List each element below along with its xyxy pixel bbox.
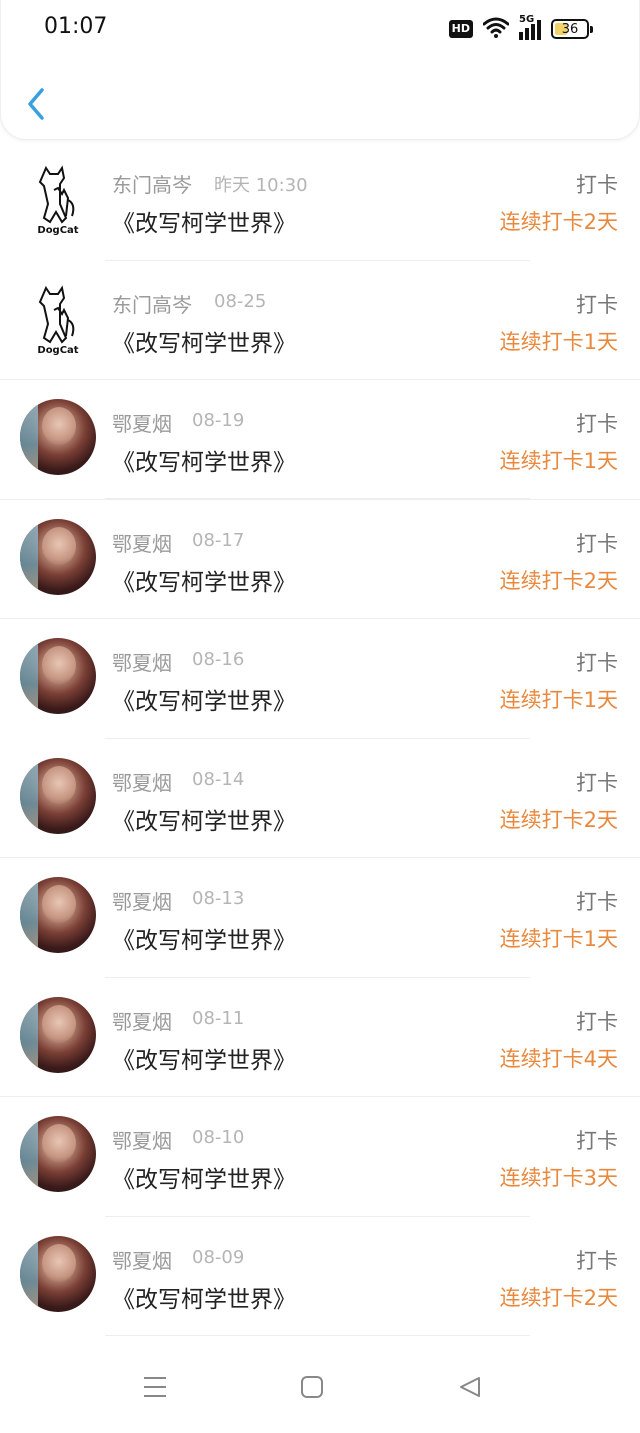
avatar[interactable]: [20, 1116, 96, 1192]
user-name[interactable]: 鄂夏烟: [112, 767, 172, 796]
avatar[interactable]: [20, 518, 96, 595]
user-name[interactable]: 鄂夏烟: [112, 1006, 172, 1035]
list-item[interactable]: 鄂夏烟 08-19 《改写柯学世界》 打卡 连续打卡1天: [0, 380, 640, 500]
checkin-label: 打卡: [576, 173, 618, 197]
book-title[interactable]: 《改写柯学世界》: [112, 204, 296, 238]
home-icon: [301, 1376, 323, 1398]
streak-label: 连续打卡2天: [499, 807, 618, 832]
system-nav-bar: [0, 1343, 640, 1433]
book-title[interactable]: 《改写柯学世界》: [112, 1280, 296, 1314]
menu-button[interactable]: [135, 1367, 175, 1407]
list-item[interactable]: 鄂夏烟 08-11 《改写柯学世界》 打卡 连续打卡4天: [0, 978, 640, 1097]
dogcat-logo-icon: DogCat: [37, 284, 79, 356]
list-item[interactable]: 鄂夏烟 08-16 《改写柯学世界》 打卡 连续打卡1天: [0, 619, 640, 739]
checkin-label: 打卡: [576, 292, 618, 317]
battery-level: 36: [561, 21, 579, 37]
home-button[interactable]: [292, 1367, 332, 1407]
user-name[interactable]: 鄂夏烟: [112, 886, 172, 915]
post-date: 昨天 10:30: [214, 175, 308, 196]
dogcat-logo-text: DogCat: [37, 345, 78, 356]
avatar[interactable]: [20, 757, 96, 834]
network-label: 5G: [519, 14, 535, 25]
checkin-label: 打卡: [576, 890, 618, 914]
streak-label: 连续打卡2天: [499, 1285, 618, 1310]
streak-label: 连续打卡1天: [499, 927, 618, 951]
post-date: 08-14: [192, 768, 245, 790]
avatar[interactable]: DogCat: [20, 279, 96, 356]
user-name[interactable]: 东门高岑: [112, 169, 192, 198]
top-app-bar: 01:07 HD 5G 36: [0, 0, 640, 140]
streak-label: 连续打卡2天: [499, 210, 618, 234]
post-date: 08-19: [192, 410, 245, 431]
post-date: 08-10: [192, 1127, 245, 1148]
post-date: 08-09: [192, 1246, 245, 1268]
hd-icon: HD: [448, 20, 473, 38]
book-title[interactable]: 《改写柯学世界》: [112, 1160, 296, 1194]
post-date: 08-13: [192, 888, 245, 909]
avatar[interactable]: [20, 399, 96, 475]
book-title[interactable]: 《改写柯学世界》: [112, 443, 296, 477]
avatar[interactable]: [20, 1235, 96, 1312]
avatar[interactable]: [20, 996, 96, 1073]
checkin-label: 打卡: [576, 651, 618, 675]
post-date: 08-25: [214, 290, 267, 312]
wifi-icon: [482, 16, 510, 42]
user-name[interactable]: 鄂夏烟: [112, 528, 172, 557]
menu-icon: [144, 1377, 166, 1397]
streak-label: 连续打卡3天: [499, 1166, 618, 1190]
post-date: 08-11: [192, 1007, 245, 1029]
checkin-label: 打卡: [576, 531, 618, 556]
list-item[interactable]: 鄂夏烟 08-17 《改写柯学世界》 打卡 连续打卡2天: [0, 500, 640, 619]
back-button[interactable]: [19, 84, 53, 124]
checkin-label: 打卡: [576, 1129, 618, 1153]
user-name[interactable]: 鄂夏烟: [112, 647, 172, 676]
user-name[interactable]: 鄂夏烟: [112, 1245, 172, 1274]
avatar[interactable]: [20, 638, 96, 714]
chevron-left-icon: [28, 88, 44, 120]
post-date: 08-17: [192, 529, 245, 551]
book-title[interactable]: 《改写柯学世界》: [112, 802, 296, 836]
streak-label: 连续打卡2天: [499, 568, 618, 593]
nav-back-button[interactable]: [450, 1367, 490, 1407]
signal-5g-icon: 5G: [519, 14, 541, 40]
dogcat-logo-text: DogCat: [37, 225, 78, 236]
status-icons: HD 5G 36: [448, 14, 593, 42]
streak-label: 连续打卡1天: [499, 688, 618, 712]
streak-label: 连续打卡1天: [499, 449, 618, 473]
user-name[interactable]: 东门高岑: [112, 289, 192, 318]
checkin-label: 打卡: [576, 1009, 618, 1034]
list-item[interactable]: DogCat 东门高岑 08-25 《改写柯学世界》 打卡 连续打卡1天: [0, 261, 640, 380]
dogcat-logo-icon: DogCat: [37, 165, 79, 236]
battery-icon: 36: [551, 19, 593, 39]
checkin-label: 打卡: [576, 770, 618, 795]
streak-label: 连续打卡4天: [499, 1046, 618, 1071]
post-date: 08-16: [192, 649, 245, 670]
triangle-back-icon: [460, 1377, 480, 1397]
checkin-list: DogCat 东门高岑 昨天 10:30 《改写柯学世界》 打卡 连续打卡2天 …: [0, 141, 640, 1336]
avatar[interactable]: [20, 877, 96, 953]
streak-label: 连续打卡1天: [499, 329, 618, 354]
avatar[interactable]: DogCat: [20, 160, 96, 236]
book-title[interactable]: 《改写柯学世界》: [112, 563, 296, 597]
checkin-label: 打卡: [576, 1248, 618, 1273]
list-item[interactable]: DogCat 东门高岑 昨天 10:30 《改写柯学世界》 打卡 连续打卡2天: [0, 141, 640, 261]
list-item[interactable]: 鄂夏烟 08-13 《改写柯学世界》 打卡 连续打卡1天: [0, 858, 640, 978]
list-item[interactable]: 鄂夏烟 08-09 《改写柯学世界》 打卡 连续打卡2天: [0, 1217, 640, 1337]
user-name[interactable]: 鄂夏烟: [112, 408, 172, 437]
book-title[interactable]: 《改写柯学世界》: [112, 921, 296, 955]
user-name[interactable]: 鄂夏烟: [112, 1125, 172, 1154]
list-item[interactable]: 鄂夏烟 08-10 《改写柯学世界》 打卡 连续打卡3天: [0, 1097, 640, 1217]
book-title[interactable]: 《改写柯学世界》: [112, 1041, 296, 1075]
list-item[interactable]: 鄂夏烟 08-14 《改写柯学世界》 打卡 连续打卡2天: [0, 739, 640, 858]
status-time: 01:07: [44, 14, 108, 39]
book-title[interactable]: 《改写柯学世界》: [112, 324, 296, 358]
book-title[interactable]: 《改写柯学世界》: [112, 682, 296, 716]
checkin-label: 打卡: [576, 412, 618, 436]
